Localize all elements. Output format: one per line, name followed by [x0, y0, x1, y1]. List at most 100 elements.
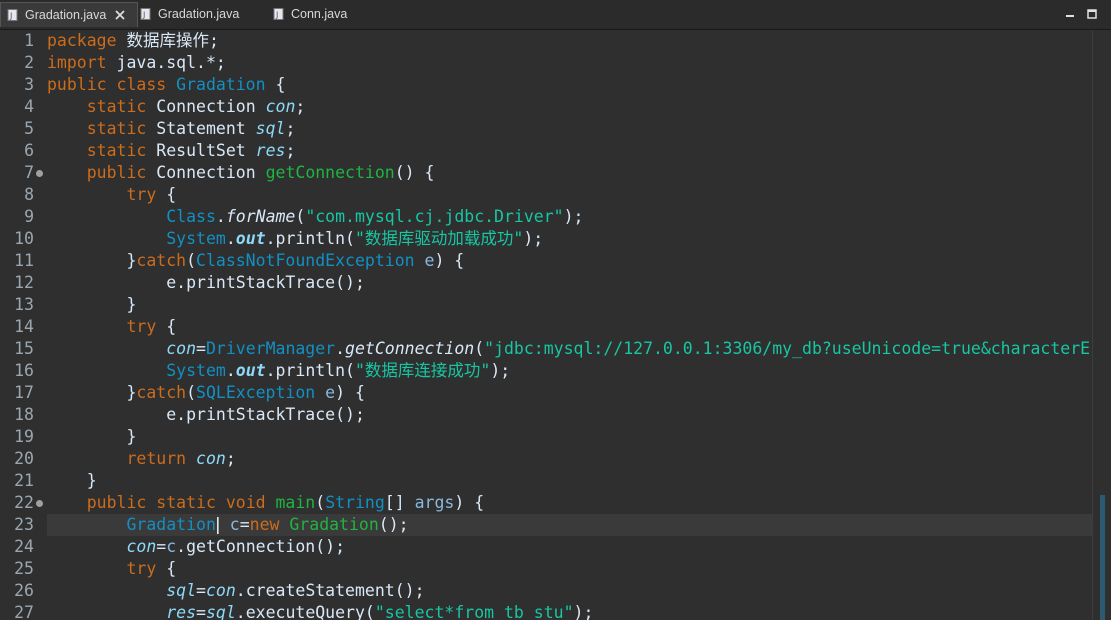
line-number: 10 [14, 229, 34, 248]
minimize-icon[interactable] [1065, 4, 1075, 17]
code-token: import [47, 53, 107, 72]
code-line[interactable]: } [47, 294, 136, 316]
line-number: 16 [14, 361, 34, 380]
code-token: ; [225, 449, 236, 468]
code-token: Connection [156, 163, 266, 182]
code-token: . [215, 207, 226, 226]
code-token: System [166, 229, 226, 248]
code-token: = [196, 339, 206, 358]
code-line[interactable]: res=sql.executeQuery("select*from tb_stu… [47, 602, 593, 620]
code-token: = [196, 581, 206, 600]
line-number: 4 [24, 97, 34, 116]
code-token: Gradation [289, 515, 379, 534]
code-line[interactable]: System.out.println("数据库驱动加载成功"); [47, 228, 543, 250]
code-area[interactable]: package 数据库操作; import java.sql.*; public c… [47, 30, 1093, 620]
maximize-icon[interactable] [1087, 4, 1097, 19]
tab-gradation-java[interactable]: J Gradation.java [140, 2, 260, 26]
current-code-line[interactable]: Gradation| c=new Gradation(); [47, 514, 1093, 536]
code-line[interactable]: try { [47, 184, 176, 206]
java-file-icon: J [140, 8, 152, 20]
code-token: ); [563, 207, 584, 226]
line-number: 24 [14, 537, 34, 556]
code-token: Class [166, 207, 216, 226]
code-token: ) { [335, 383, 365, 402]
line-number: 15 [14, 339, 34, 358]
code-line[interactable]: static ResultSet res; [47, 140, 296, 162]
code-line[interactable]: package 数据库操作; [47, 30, 219, 52]
code-token: .getConnection(); [176, 537, 346, 556]
line-number: 1 [24, 31, 34, 50]
overview-marker [1100, 495, 1105, 620]
line-number: 8 [24, 185, 34, 204]
line-number: 14 [14, 317, 34, 336]
code-line[interactable]: } [47, 470, 97, 492]
fold-marker-icon[interactable] [36, 500, 43, 507]
code-line[interactable]: static Statement sql; [47, 118, 296, 140]
java-file-icon: J [7, 9, 19, 21]
code-line[interactable]: }catch(ClassNotFoundException e) { [47, 250, 464, 272]
code-line[interactable]: sql=con.createStatement(); [47, 580, 425, 602]
code-token: ) { [454, 493, 485, 512]
code-line[interactable]: e.printStackTrace(); [47, 404, 365, 426]
code-line[interactable]: static Connection con; [47, 96, 306, 118]
overview-ruler[interactable] [1092, 30, 1111, 620]
close-tab-icon[interactable] [114, 9, 126, 21]
code-line[interactable]: import java.sql.*; [47, 52, 226, 74]
code-token: public class [47, 75, 177, 94]
code-editor[interactable]: 1 2 3 4 5 6 7 8 9 10 11 12 13 14 15 16 17 18 19 20 21 22 23 24 2… [0, 30, 1111, 620]
tab-conn-java[interactable]: J Conn.java [273, 2, 373, 26]
code-line[interactable]: }catch(SQLException e) { [47, 382, 365, 404]
code-line[interactable]: public Connection getConnection() { [47, 162, 435, 184]
code-token: } [47, 427, 137, 446]
code-line[interactable]: con=DriverManager.getConnection("jdbc:my… [47, 338, 1090, 360]
code-token: . [335, 339, 346, 358]
code-token: "jdbc:mysql://127.0.0.1:3306/my_db?useUn… [484, 339, 1091, 358]
fold-marker-icon[interactable] [36, 170, 43, 177]
code-token: catch [136, 251, 187, 270]
tab-gradation-java-active[interactable]: J Gradation.java [0, 2, 138, 27]
code-token: "com.mysql.cj.jdbc.Driver" [305, 207, 564, 226]
code-token: sql [205, 603, 236, 620]
code-token: getConnection [265, 163, 395, 182]
code-token: ( [295, 207, 306, 226]
code-token: try [126, 185, 157, 204]
code-token: ( [186, 251, 197, 270]
code-line[interactable]: public class Gradation { [47, 74, 285, 96]
code-token: .println( [265, 361, 355, 380]
code-token: } [47, 471, 97, 490]
editor-tab-bar: J Gradation.java J Gradation.java J Conn… [0, 0, 1111, 30]
code-line[interactable]: e.printStackTrace(); [47, 272, 365, 294]
code-token: = [239, 515, 250, 534]
code-line[interactable]: } [47, 426, 136, 448]
code-line[interactable]: con=c.getConnection(); [47, 536, 345, 558]
code-line[interactable]: try { [47, 316, 176, 338]
code-token: .createStatement(); [235, 581, 425, 600]
line-number: 6 [24, 141, 34, 160]
line-number: 27 [14, 603, 34, 620]
code-token: new [249, 515, 290, 534]
line-number: 7 [24, 163, 34, 182]
code-line[interactable]: return con; [47, 448, 236, 470]
code-token: con [196, 449, 226, 468]
code-token: res [166, 603, 197, 620]
code-token: . [225, 361, 236, 380]
code-line[interactable]: Class.forName("com.mysql.cj.jdbc.Driver"… [47, 206, 583, 228]
code-line[interactable]: System.out.println("数据库连接成功"); [47, 360, 510, 382]
code-token: e [325, 383, 336, 402]
line-number: 2 [24, 53, 34, 72]
code-line[interactable]: public static void main(String[] args) { [47, 492, 484, 514]
line-number: 12 [14, 273, 34, 292]
code-token: static [86, 119, 157, 138]
code-token: e [424, 251, 435, 270]
code-line[interactable]: try { [47, 558, 176, 580]
code-token: ResultSet [156, 141, 256, 160]
